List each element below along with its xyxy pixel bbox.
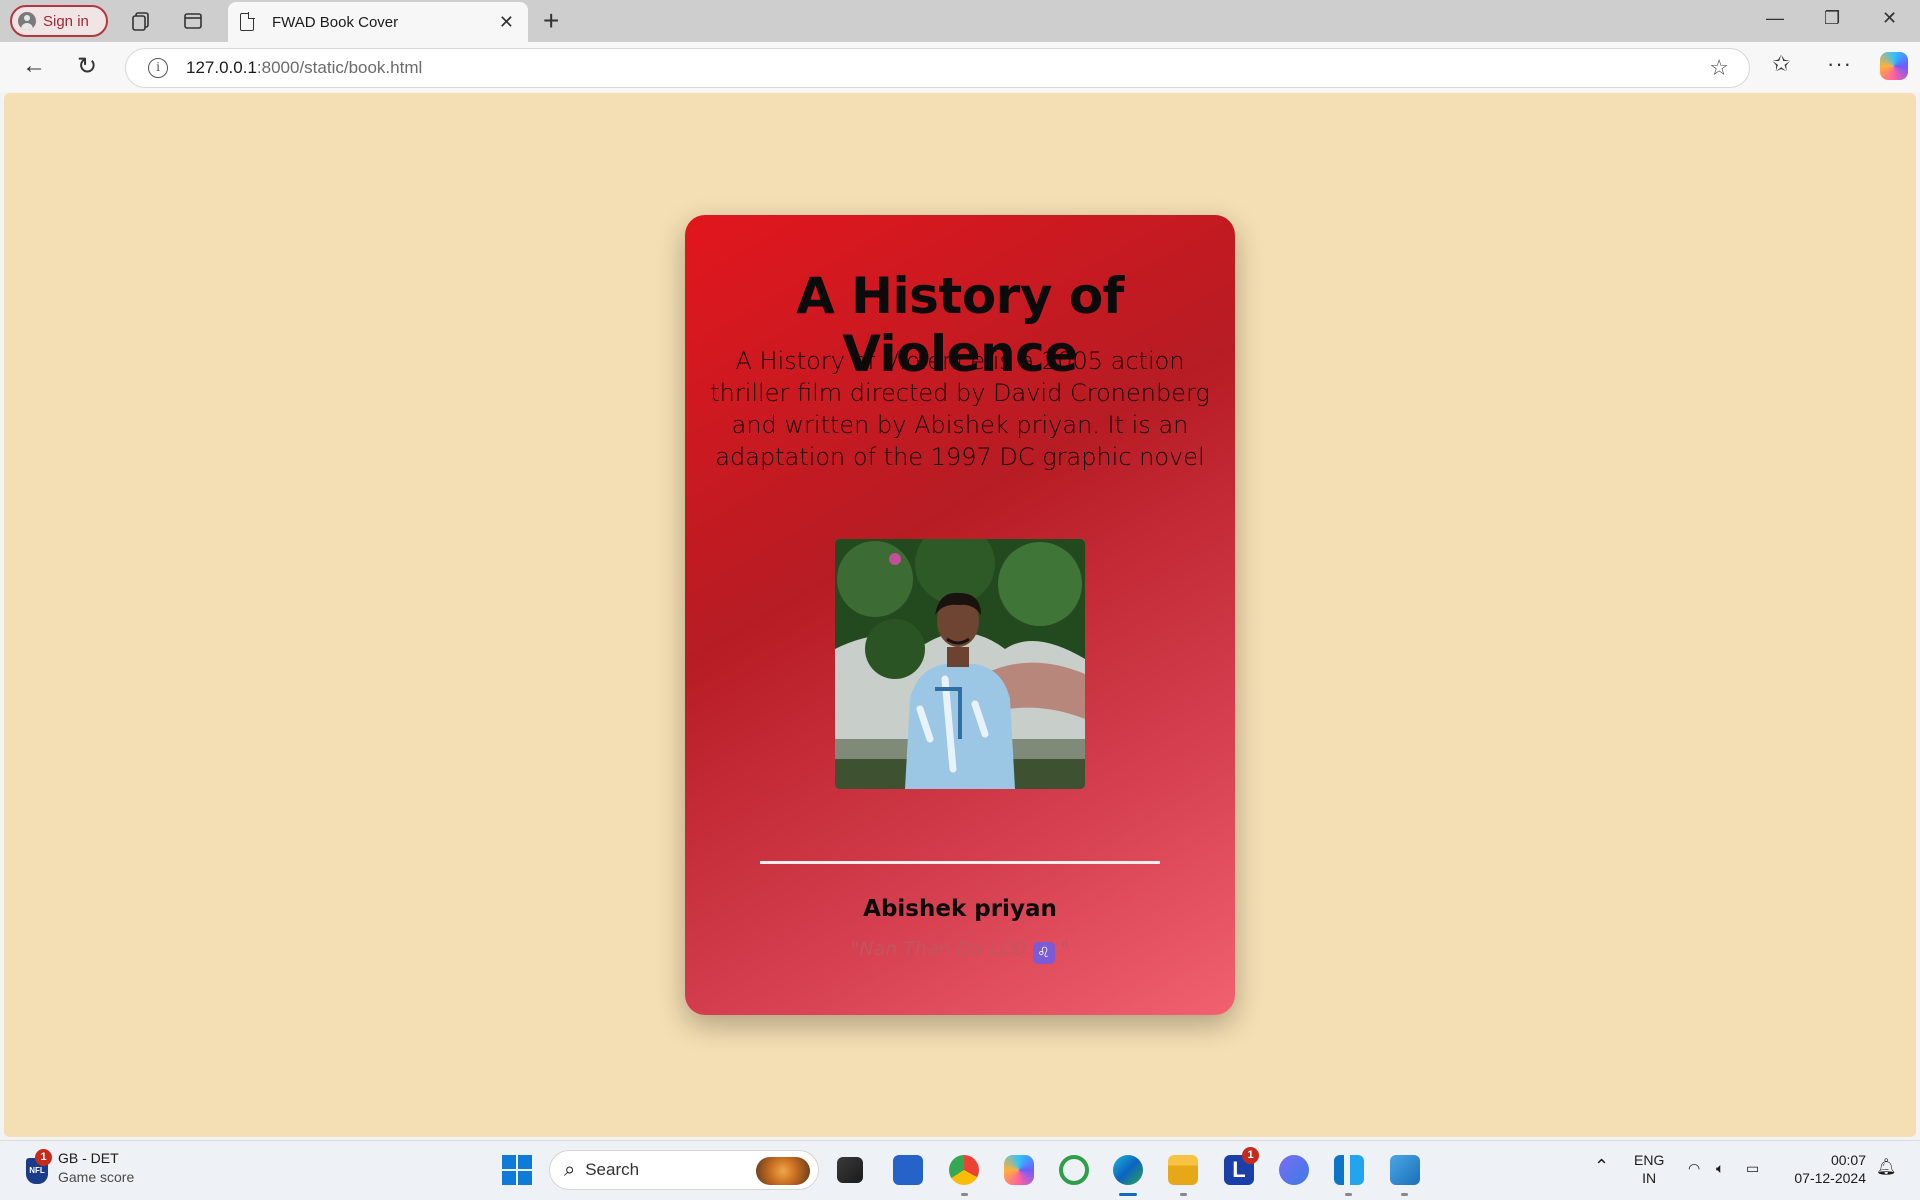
battery-icon[interactable]: ▭ bbox=[1746, 1159, 1759, 1177]
taskbar: NFL 1 GB - DET Game score ⌕ Search L 1 ⌃… bbox=[0, 1140, 1920, 1200]
copilot-icon[interactable] bbox=[1880, 52, 1908, 80]
nfl-icon-label: NFL bbox=[29, 1166, 45, 1175]
profile-icon bbox=[18, 12, 36, 30]
new-tab-icon[interactable]: + bbox=[543, 5, 559, 37]
close-tab-icon[interactable]: ✕ bbox=[499, 12, 514, 33]
search-label: Search bbox=[585, 1160, 640, 1179]
clock-date: 07-12-2024 bbox=[1794, 1170, 1866, 1186]
url-host: 127.0.0.1 bbox=[186, 58, 257, 77]
app-l-badge: 1 bbox=[1242, 1147, 1259, 1164]
edge-active-indicator bbox=[1119, 1193, 1137, 1196]
widget-badge: 1 bbox=[35, 1149, 52, 1166]
explorer-running-indicator bbox=[1180, 1193, 1187, 1196]
sign-in-button[interactable]: Sign in bbox=[10, 5, 108, 37]
clock[interactable]: 00:07 07-12-2024 bbox=[1786, 1151, 1866, 1187]
book-description: A History of Violence is a 2005 action t… bbox=[710, 347, 1210, 471]
leo-zodiac-icon: ♌ bbox=[1032, 942, 1055, 964]
chrome-icon[interactable] bbox=[949, 1155, 979, 1185]
start-windows-icon[interactable] bbox=[502, 1155, 532, 1185]
photos-icon[interactable] bbox=[1390, 1155, 1420, 1185]
page-icon bbox=[240, 12, 255, 31]
book-cover-card: A History of Violence A History of Viole… bbox=[685, 215, 1235, 1015]
app-l-icon[interactable]: L 1 bbox=[1224, 1147, 1259, 1185]
microsoft-store-icon[interactable] bbox=[893, 1155, 923, 1185]
sign-in-label: Sign in bbox=[43, 12, 89, 30]
author-photo bbox=[835, 539, 1085, 789]
volume-icon[interactable]: 🔈︎ bbox=[1716, 1159, 1724, 1177]
wifi-icon[interactable]: ◠ bbox=[1688, 1159, 1700, 1177]
file-explorer-icon[interactable] bbox=[1168, 1155, 1198, 1185]
loading-app-icon[interactable] bbox=[1059, 1155, 1089, 1185]
quote-close: " bbox=[1054, 938, 1070, 960]
show-hidden-icons-icon[interactable]: ⌃ bbox=[1594, 1157, 1609, 1175]
minimize-icon[interactable]: — bbox=[1766, 8, 1784, 29]
widgets-button[interactable]: NFL 1 GB - DET Game score bbox=[26, 1149, 135, 1185]
language-indicator[interactable]: ENG IN bbox=[1634, 1151, 1664, 1187]
edge-icon[interactable] bbox=[1113, 1155, 1143, 1185]
notification-bell-icon[interactable]: 🔔︎ bbox=[1876, 1159, 1896, 1177]
address-bar[interactable]: i 127.0.0.1:8000/static/book.html ☆ bbox=[125, 48, 1750, 88]
widget-title: GB - DET bbox=[58, 1150, 119, 1166]
site-info-icon[interactable]: i bbox=[148, 58, 168, 78]
restore-icon[interactable]: ❐ bbox=[1824, 8, 1840, 29]
author-quote: "Nan Than Da LEO ♌ " bbox=[685, 938, 1235, 964]
language-code: ENG bbox=[1634, 1152, 1665, 1168]
app-a-icon[interactable] bbox=[1279, 1155, 1309, 1185]
title-bar: Sign in FWAD Book Cover ✕ + — ❐ ✕ bbox=[0, 0, 1920, 42]
vscode-icon[interactable] bbox=[1334, 1155, 1364, 1185]
address-bar-row: ← ↻ i 127.0.0.1:8000/static/book.html ☆ … bbox=[0, 42, 1920, 92]
tab-fwad-book-cover[interactable]: FWAD Book Cover ✕ bbox=[228, 2, 528, 42]
close-window-icon[interactable]: ✕ bbox=[1882, 8, 1897, 29]
page-viewport: A History of Violence A History of Viole… bbox=[4, 93, 1916, 1137]
favorite-star-icon[interactable]: ☆ bbox=[1709, 55, 1729, 81]
quote-text: "Nan Than Da LEO bbox=[850, 938, 1033, 960]
taskbar-search[interactable]: ⌕ Search bbox=[549, 1150, 819, 1190]
search-highlight-icon bbox=[756, 1157, 810, 1185]
back-icon[interactable]: ← bbox=[22, 52, 46, 80]
region-code: IN bbox=[1642, 1170, 1657, 1186]
workspaces-icon[interactable] bbox=[130, 10, 152, 32]
nfl-icon: NFL 1 bbox=[26, 1149, 52, 1184]
tab-title: FWAD Book Cover bbox=[272, 13, 399, 31]
photos-running-indicator bbox=[1401, 1193, 1408, 1196]
search-icon: ⌕ bbox=[564, 1158, 576, 1181]
divider-line bbox=[760, 861, 1160, 864]
chrome-running-indicator bbox=[961, 1193, 968, 1196]
widget-subtitle: Game score bbox=[58, 1169, 135, 1185]
author-name: Abishek priyan bbox=[863, 896, 1057, 922]
vscode-running-indicator bbox=[1345, 1193, 1352, 1196]
refresh-icon[interactable]: ↻ bbox=[77, 52, 97, 81]
task-view-icon[interactable] bbox=[837, 1157, 863, 1183]
clock-time: 00:07 bbox=[1830, 1152, 1866, 1168]
more-options-icon[interactable]: ··· bbox=[1827, 51, 1852, 77]
copilot-app-icon[interactable] bbox=[1004, 1155, 1034, 1185]
favorites-icon[interactable]: ✩ bbox=[1772, 51, 1790, 77]
url-path: :8000/static/book.html bbox=[256, 58, 423, 77]
tab-actions-icon[interactable] bbox=[182, 10, 204, 32]
